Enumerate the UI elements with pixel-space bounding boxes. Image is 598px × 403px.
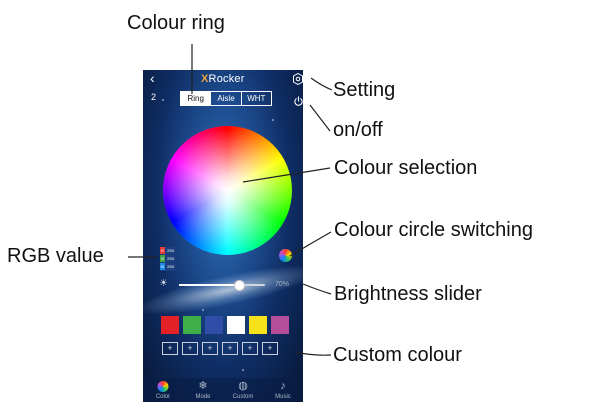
line-on-off [309,104,331,132]
line-brightness-slider [302,283,332,295]
line-custom-colour [294,351,332,356]
callout-lines [128,44,333,356]
line-colour-selection [242,167,331,183]
line-setting [310,77,333,91]
line-colour-circle-switching [289,231,332,257]
